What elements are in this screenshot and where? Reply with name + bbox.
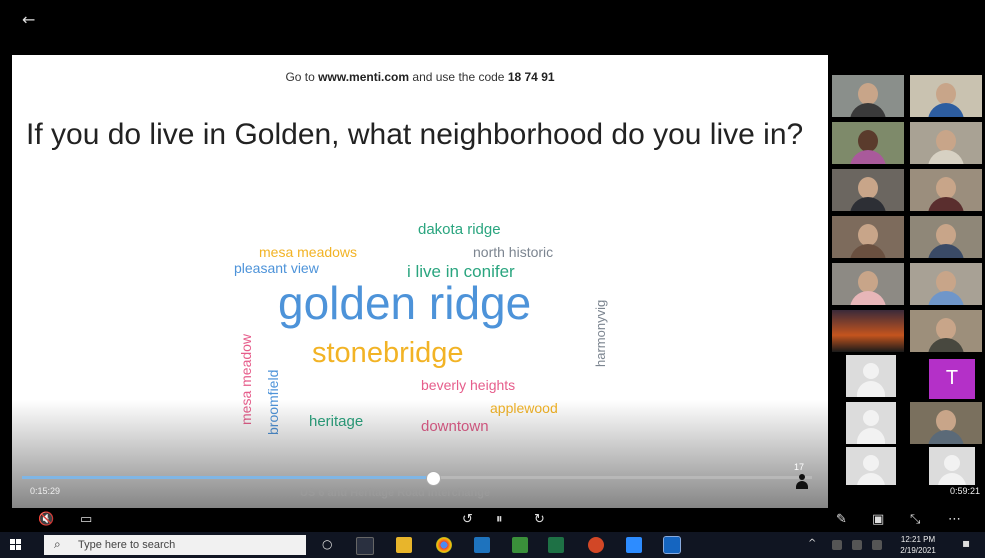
player-controls: 🔇 ▭ ↺ ⏸ ↻ ✎ ▣ ⤡ ⋯ bbox=[0, 508, 985, 532]
network-icon[interactable] bbox=[832, 540, 842, 550]
participant-placeholder[interactable] bbox=[846, 447, 896, 485]
participant-video[interactable] bbox=[910, 169, 982, 211]
participant-video[interactable] bbox=[910, 75, 982, 117]
video-progress-fill bbox=[22, 476, 433, 479]
cloud-word: north historic bbox=[473, 244, 554, 260]
active-app-icon[interactable] bbox=[663, 536, 681, 554]
participant-video[interactable] bbox=[832, 169, 904, 211]
app-icon[interactable] bbox=[512, 537, 528, 553]
more-icon[interactable]: ⋯ bbox=[948, 512, 961, 527]
cloud-word: mesa meadows bbox=[259, 244, 358, 260]
participant-placeholder[interactable] bbox=[846, 355, 896, 397]
participant-initial: T bbox=[945, 367, 959, 389]
top-bar: ← bbox=[0, 0, 985, 55]
video-progress-bar[interactable] bbox=[22, 471, 812, 486]
elapsed-time: 0:15:29 bbox=[30, 486, 61, 496]
participant-video[interactable] bbox=[910, 216, 982, 258]
file-explorer-icon[interactable] bbox=[396, 537, 412, 553]
mute-icon[interactable]: 🔇 bbox=[38, 512, 54, 527]
video-progress-handle[interactable] bbox=[425, 471, 441, 486]
zoom-icon[interactable] bbox=[626, 537, 642, 553]
cloud-word: pleasant view bbox=[234, 260, 319, 276]
cast-icon[interactable]: ▣ bbox=[872, 512, 884, 527]
rewind-icon[interactable]: ↺ bbox=[462, 512, 473, 527]
clock-date: 2/19/2021 bbox=[900, 546, 936, 555]
windows-taskbar: ⌕ Type here to search ○ ^ 12:21 PM 2/19/… bbox=[0, 532, 985, 558]
tray-expand-icon[interactable]: ^ bbox=[808, 538, 816, 549]
pen-icon[interactable]: ✎ bbox=[836, 512, 847, 527]
participant-video[interactable] bbox=[910, 402, 982, 444]
cloud-word: golden ridge bbox=[278, 277, 532, 329]
participant-video[interactable] bbox=[832, 122, 904, 164]
search-icon: ⌕ bbox=[54, 537, 61, 551]
participant-placeholder[interactable] bbox=[846, 402, 896, 444]
forward-icon[interactable]: ↻ bbox=[534, 512, 545, 527]
participant-placeholder[interactable] bbox=[929, 447, 975, 485]
task-view-icon[interactable]: ○ bbox=[322, 537, 332, 551]
clock-time: 12:21 PM bbox=[900, 535, 936, 544]
search-placeholder: Type here to search bbox=[78, 539, 176, 551]
battery-icon[interactable] bbox=[872, 540, 882, 550]
participant-video[interactable] bbox=[910, 263, 982, 305]
windows-start-icon[interactable] bbox=[10, 539, 22, 551]
participant-video[interactable] bbox=[832, 263, 904, 305]
taskbar-search-box[interactable]: ⌕ Type here to search bbox=[44, 535, 306, 555]
back-arrow-icon[interactable]: ← bbox=[22, 10, 35, 29]
volume-icon[interactable] bbox=[852, 540, 862, 550]
widgets-icon[interactable] bbox=[356, 537, 374, 555]
excel-icon[interactable] bbox=[548, 537, 564, 553]
collapse-icon[interactable]: ⤡ bbox=[910, 512, 920, 527]
taskbar-clock[interactable]: 12:21 PM 2/19/2021 bbox=[900, 534, 936, 556]
cloud-word: stonebridge bbox=[312, 337, 464, 369]
participant-gallery: T bbox=[832, 75, 985, 515]
participant-video[interactable] bbox=[832, 75, 904, 117]
presentation-slide: Go to www.menti.com and use the code 18 … bbox=[12, 55, 828, 510]
participant-initial-tile[interactable]: T bbox=[929, 359, 975, 399]
captions-icon[interactable]: ▭ bbox=[80, 512, 92, 527]
powerpoint-icon[interactable] bbox=[588, 537, 604, 553]
video-title: US 6 and Heritage Road Interchange bbox=[300, 487, 491, 499]
participant-video[interactable] bbox=[832, 310, 904, 352]
participants-icon[interactable] bbox=[795, 474, 809, 490]
participant-count: 17 bbox=[794, 462, 805, 472]
chrome-icon[interactable] bbox=[436, 537, 452, 553]
notifications-icon[interactable]: ▪ bbox=[962, 536, 970, 550]
participant-video[interactable] bbox=[910, 310, 982, 352]
remaining-time: 0:59:21 bbox=[950, 486, 981, 496]
participant-video[interactable] bbox=[910, 122, 982, 164]
cloud-word: dakota ridge bbox=[418, 221, 501, 238]
cloud-word: harmonyvig bbox=[593, 299, 608, 367]
pause-icon[interactable]: ⏸ bbox=[496, 512, 503, 527]
outlook-icon[interactable] bbox=[474, 537, 490, 553]
cloud-word: beverly heights bbox=[421, 377, 516, 393]
participant-video[interactable] bbox=[832, 216, 904, 258]
